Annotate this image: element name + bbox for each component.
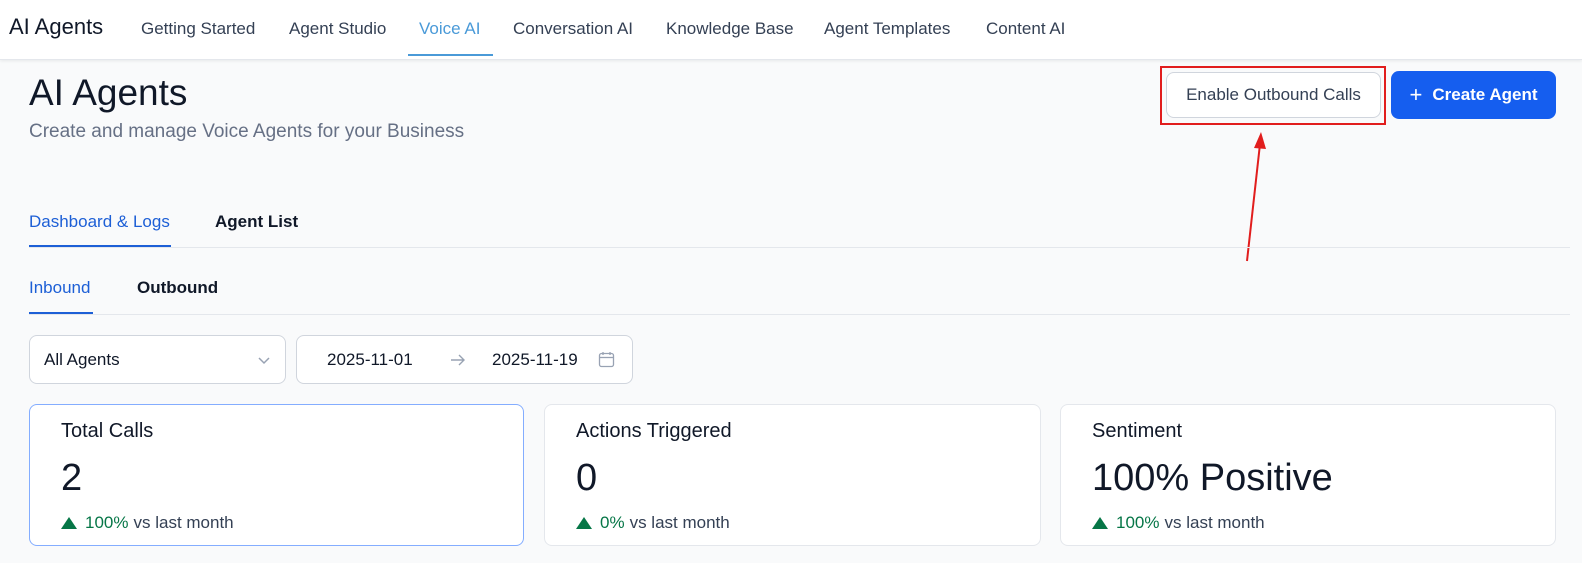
create-agent-label: Create Agent bbox=[1432, 85, 1538, 104]
nav-tab-agent-studio[interactable]: Agent Studio bbox=[289, 19, 386, 39]
page-subtitle: Create and manage Voice Agents for your … bbox=[29, 121, 465, 142]
trend-up-icon bbox=[1092, 517, 1108, 529]
stat-card-sentiment[interactable]: Sentiment 100% Positive 100% vs last mon… bbox=[1060, 404, 1556, 546]
trend-up-icon bbox=[576, 517, 592, 529]
nav-tab-content-ai[interactable]: Content AI bbox=[986, 19, 1065, 39]
create-agent-button[interactable]: + Create Agent bbox=[1391, 71, 1556, 119]
stat-trend: 100% vs last month bbox=[1092, 513, 1265, 533]
stat-value: 2 bbox=[61, 457, 83, 499]
trend-percent: 0% bbox=[600, 513, 625, 532]
tab-dashboard-logs[interactable]: Dashboard & Logs bbox=[29, 212, 170, 232]
stat-label: Sentiment bbox=[1092, 420, 1183, 442]
date-range-picker[interactable]: 2025-11-01 2025-11-19 bbox=[296, 335, 633, 384]
annotation-arrow-icon bbox=[1246, 132, 1266, 262]
stat-card-actions-triggered[interactable]: Actions Triggered 0 0% vs last month bbox=[544, 404, 1041, 546]
page-title: AI Agents bbox=[29, 72, 188, 113]
tab-outbound[interactable]: Outbound bbox=[137, 278, 218, 298]
stat-value: 0 bbox=[576, 457, 598, 499]
nav-tab-voice-ai[interactable]: Voice AI bbox=[419, 19, 480, 39]
trend-text: vs last month bbox=[629, 513, 730, 532]
date-end[interactable]: 2025-11-19 bbox=[492, 350, 578, 370]
tab-divider bbox=[29, 247, 1570, 248]
stat-card-total-calls[interactable]: Total Calls 2 100% vs last month bbox=[29, 404, 524, 546]
stat-trend: 0% vs last month bbox=[576, 513, 730, 533]
arrow-right-icon bbox=[451, 354, 465, 366]
stat-label: Total Calls bbox=[61, 420, 154, 442]
nav-tab-knowledge-base[interactable]: Knowledge Base bbox=[666, 19, 794, 39]
chevron-down-icon bbox=[258, 357, 270, 365]
tab-agent-list[interactable]: Agent List bbox=[215, 212, 298, 232]
app-brand: AI Agents bbox=[9, 14, 104, 39]
agent-select[interactable]: All Agents bbox=[29, 335, 286, 384]
nav-tab-conversation-ai[interactable]: Conversation AI bbox=[513, 19, 633, 39]
nav-tab-agent-templates[interactable]: Agent Templates bbox=[824, 19, 950, 39]
trend-up-icon bbox=[61, 517, 77, 529]
subtab-divider bbox=[29, 314, 1570, 315]
trend-text: vs last month bbox=[1164, 513, 1265, 532]
annotation-highlight-box bbox=[1160, 66, 1386, 125]
nav-tab-getting-started[interactable]: Getting Started bbox=[141, 19, 255, 39]
stat-value: 100% Positive bbox=[1092, 457, 1333, 499]
stat-label: Actions Triggered bbox=[576, 420, 732, 442]
tab-inbound[interactable]: Inbound bbox=[29, 278, 90, 298]
agent-select-value: All Agents bbox=[44, 350, 120, 369]
nav-active-indicator bbox=[408, 54, 493, 56]
calendar-icon[interactable] bbox=[598, 351, 615, 368]
trend-percent: 100% bbox=[1116, 513, 1160, 532]
stat-trend: 100% vs last month bbox=[61, 513, 234, 533]
top-navigation: AI Agents Getting Started Agent Studio V… bbox=[0, 0, 1582, 60]
trend-percent: 100% bbox=[85, 513, 129, 532]
plus-icon: + bbox=[1409, 82, 1423, 107]
date-start[interactable]: 2025-11-01 bbox=[327, 350, 413, 370]
trend-text: vs last month bbox=[133, 513, 234, 532]
